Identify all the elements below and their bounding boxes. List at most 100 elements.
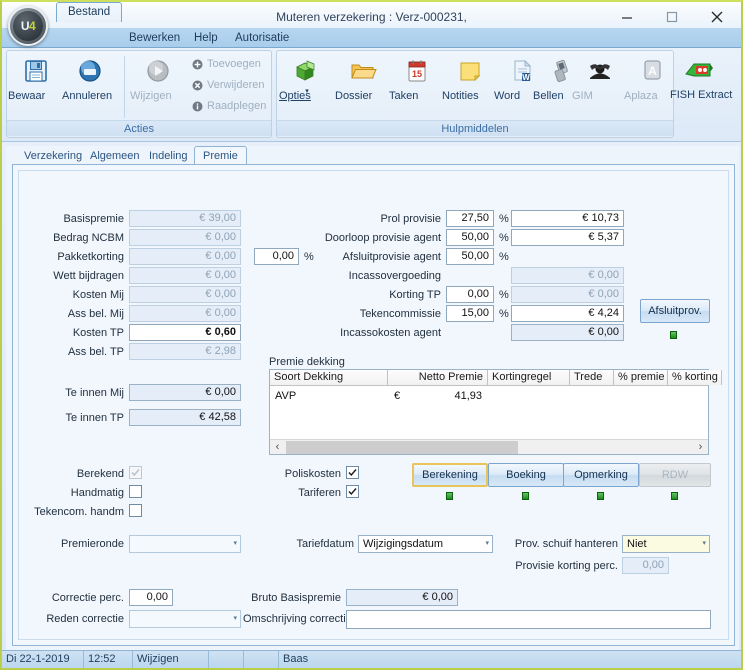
ribbon-button-bewaar[interactable]: Bewaar [8, 54, 64, 102]
chevron-down-icon[interactable]: ▾ [485, 536, 489, 552]
menu-tab-autorisatie[interactable]: Autorisatie [224, 28, 300, 48]
reden-correctie-combobox[interactable]: ▾ [129, 610, 241, 628]
svg-text:W: W [522, 73, 530, 82]
field-ass-bel-mij[interactable]: € 0,00 [129, 305, 241, 322]
form-tab-strip: Verzekering Algemeen Indeling Premie [12, 146, 735, 165]
label-omschrijving-correctie: Omschrijving correctie [243, 613, 352, 625]
checkbox-handmatig[interactable] [129, 485, 142, 498]
note-icon [442, 54, 498, 88]
field-basispremie[interactable]: € 39,00 [129, 210, 241, 227]
pct-sign-doorloop-provisie-agent: % [499, 232, 509, 244]
scroll-right-arrow-icon[interactable]: › [693, 440, 708, 454]
checkbox-tekencom-handm[interactable] [129, 504, 142, 517]
field-te-innen-tp[interactable]: € 42,58 [129, 409, 241, 426]
menu-tab-help-label: Help [194, 32, 218, 44]
form-tab-verzekering[interactable]: Verzekering [16, 148, 90, 165]
ribbon-button-fish-extract-label: FISH Extract [670, 89, 733, 101]
boeking-button[interactable]: Boeking [488, 463, 564, 487]
tariefdatum-combobox[interactable]: Wijzigingsdatum ▾ [358, 535, 493, 553]
field-tekencommissie-pct[interactable]: 15,00 [446, 305, 494, 322]
prov-schuif-combobox[interactable]: Niet ▾ [622, 535, 710, 553]
form-tab-algemeen[interactable]: Algemeen [82, 148, 148, 165]
rdw-button[interactable]: RDW [639, 463, 711, 487]
form-tab-indeling-label: Indeling [149, 150, 188, 162]
grid-col-kortingregel[interactable]: Kortingregel [488, 370, 570, 385]
checkbox-poliskosten[interactable] [346, 466, 359, 479]
ribbon-item-toevoegen[interactable]: Toevoegen [192, 58, 261, 70]
field-afsluitprovisie-extra-pct[interactable]: 0,00 [254, 248, 299, 265]
menu-tab-bewerken[interactable]: Bewerken [118, 28, 191, 48]
ribbon-item-verwijderen[interactable]: Verwijderen [192, 79, 264, 91]
chevron-down-icon[interactable]: ▾ [233, 536, 237, 552]
ribbon-group-hulpmiddelen-title: Hulpmiddelen [277, 120, 673, 136]
ribbon-button-opties[interactable]: Opties ▾ [279, 54, 335, 102]
checkbox-berekend[interactable] [129, 466, 142, 479]
field-te-innen-mij[interactable]: € 0,00 [129, 384, 241, 401]
field-bruto-basispremie[interactable]: € 0,00 [346, 589, 458, 606]
field-incassovergoeding-amount[interactable]: € 0,00 [511, 267, 624, 284]
checkbox-tariferen[interactable] [346, 485, 359, 498]
field-korting-tp-amount[interactable]: € 0,00 [511, 286, 624, 303]
field-doorloop-provisie-agent-pct[interactable]: 50,00 [446, 229, 494, 246]
chevron-down-icon[interactable]: ▾ [233, 611, 237, 627]
berekening-button[interactable]: Berekening [412, 463, 488, 487]
grid-col-pct-korting[interactable]: % korting [668, 370, 722, 385]
field-provisie-korting-perc[interactable]: 0,00 [622, 557, 669, 574]
ribbon-button-gim-label: GIM [572, 90, 593, 102]
field-prol-provisie-amount[interactable]: € 10,73 [511, 210, 624, 227]
grid-col-trede[interactable]: Trede [570, 370, 614, 385]
pct-sign-afsluitprovisie-agent: % [499, 251, 509, 263]
grid-col-pct-premie[interactable]: % premie [614, 370, 668, 385]
field-doorloop-provisie-agent-amount[interactable]: € 5,37 [511, 229, 624, 246]
premie-dekking-grid[interactable]: Soort Dekking Netto Premie Kortingregel … [269, 369, 722, 455]
field-pakketkorting[interactable]: € 0,00 [129, 248, 241, 265]
field-omschrijving-correctie[interactable] [346, 610, 711, 629]
premieronde-combobox[interactable]: ▾ [129, 535, 241, 553]
field-correctie-perc[interactable]: 0,00 [129, 589, 173, 606]
menu-tab-bestand[interactable]: Bestand [56, 2, 123, 22]
label-afsluitprovisie-agent: Afsluitprovisie agent [342, 251, 441, 263]
chevron-down-icon[interactable]: ▾ [702, 536, 706, 552]
label-tariferen: Tariferen [298, 487, 341, 499]
ribbon-button-gim[interactable]: GIM [572, 54, 628, 102]
grid-col-netto-premie[interactable]: Netto Premie [396, 370, 488, 385]
ribbon-group-acties-title: Acties [7, 120, 271, 136]
scrollbar-thumb[interactable] [286, 441, 518, 454]
form-tab-indeling[interactable]: Indeling [141, 148, 196, 165]
afsluitprov-button[interactable]: Afsluitprov. [640, 299, 710, 323]
form-tab-premie[interactable]: Premie [194, 146, 247, 165]
ribbon-button-dossier[interactable]: Dossier [335, 54, 391, 102]
field-afsluitprovisie-agent-pct[interactable]: 50,00 [446, 248, 494, 265]
menu-tab-help[interactable]: Help [183, 28, 229, 48]
app-logo-orb[interactable]: U4 [8, 6, 48, 46]
field-kosten-mij[interactable]: € 0,00 [129, 286, 241, 303]
field-bedrag-ncbm[interactable]: € 0,00 [129, 229, 241, 246]
check-icon [131, 469, 140, 477]
field-prol-provisie-pct[interactable]: 27,50 [446, 210, 494, 227]
ribbon-item-raadplegen-label: Raadplegen [207, 100, 267, 112]
opmerking-button[interactable]: Opmerking [563, 463, 639, 487]
folder-icon [335, 54, 391, 88]
scroll-left-arrow-icon[interactable]: ‹ [270, 440, 285, 454]
field-incassokosten-agent-amount[interactable]: € 0,00 [511, 324, 624, 341]
label-tekencom-handm: Tekencom. handm [34, 506, 124, 518]
field-tekencommissie-amount[interactable]: € 4,24 [511, 305, 624, 322]
field-ass-bel-tp[interactable]: € 2,98 [129, 343, 241, 360]
ribbon-button-notities[interactable]: Notities [442, 54, 498, 102]
status-cell-4 [209, 651, 244, 668]
ribbon-button-fish-extract[interactable]: FISH Extract [670, 54, 732, 101]
ribbon-button-bewaar-label: Bewaar [8, 90, 46, 102]
ribbon-button-wijzigen[interactable]: Wijzigen [130, 54, 186, 102]
field-wett-bijdragen[interactable]: € 0,00 [129, 267, 241, 284]
ribbon-button-annuleren[interactable]: Annuleren [62, 54, 118, 102]
grid-horizontal-scrollbar[interactable]: ‹ › [270, 439, 708, 454]
ribbon-button-taken[interactable]: 15 Taken [389, 54, 445, 102]
menu-tab-bestand-label: Bestand [68, 6, 111, 18]
grid-col-soort-dekking[interactable]: Soort Dekking [270, 370, 388, 385]
ribbon-button-notities-label: Notities [442, 90, 479, 102]
label-handmatig: Handmatig [70, 487, 124, 499]
ribbon-item-raadplegen[interactable]: Raadplegen [192, 100, 266, 112]
cell-soort-dekking: AVP [275, 390, 297, 402]
field-korting-tp-pct[interactable]: 0,00 [446, 286, 494, 303]
field-kosten-tp[interactable]: € 0,60 [129, 324, 241, 341]
